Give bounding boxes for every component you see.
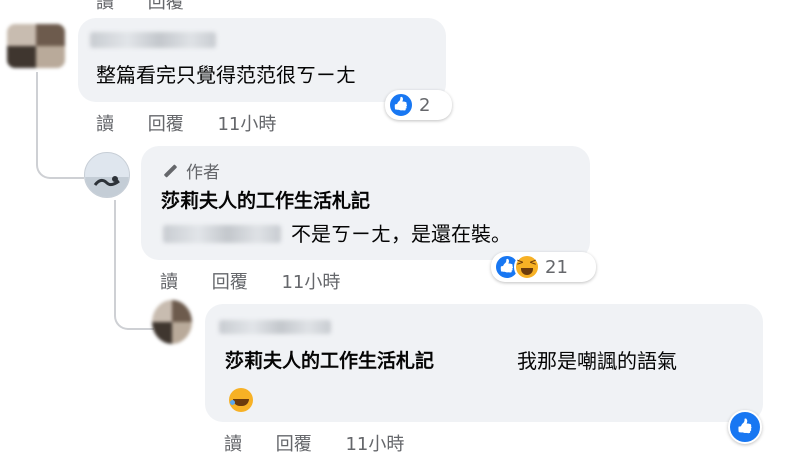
avatar[interactable] (152, 300, 192, 344)
like-link[interactable]: 讀 (160, 272, 178, 293)
like-icon (388, 92, 414, 118)
reaction-count: 21 (545, 256, 568, 278)
top-action-row: 讀 回覆 (96, 0, 212, 14)
reaction-summary[interactable]: 2 (385, 90, 452, 120)
timestamp[interactable]: 11小時 (217, 114, 276, 135)
author-name[interactable]: 莎莉夫人的工作生活札記 (161, 188, 370, 214)
author-avatar[interactable] (84, 152, 130, 198)
blurred-commenter-name[interactable] (219, 320, 331, 334)
author-badge: 作者 (163, 158, 220, 183)
like-icon[interactable] (728, 410, 762, 444)
comment-actions: 讀 回覆 11小時 (96, 110, 304, 136)
comment-bubble-2: 作者 莎莉夫人的工作生活札記 不是ㄎㄧㄤ，是還在裝。 (141, 146, 590, 260)
comment-text: 我那是嘲諷的語氣 (517, 349, 677, 373)
comment-text: 整篇看完只覺得范范很ㄎㄧㄤ (96, 63, 356, 87)
reply-link[interactable]: 回覆 (276, 434, 312, 455)
comment-text: 不是ㄎㄧㄤ，是還在裝。 (291, 222, 511, 246)
reaction-summary[interactable]: 21 (491, 252, 596, 282)
blurred-mention[interactable] (163, 225, 281, 243)
top-reply-link-2[interactable]: 回覆 (148, 0, 184, 13)
like-link[interactable]: 讀 (224, 434, 242, 455)
reply-link[interactable]: 回覆 (212, 272, 248, 293)
reaction-count: 2 (419, 94, 431, 116)
blurred-commenter-name[interactable] (90, 32, 216, 48)
author-badge-label: 作者 (186, 163, 220, 183)
laughing-emoji-icon (229, 388, 253, 412)
timestamp[interactable]: 11小時 (345, 434, 404, 455)
comment-bubble-1: 整篇看完只覺得范范很ㄎㄧㄤ (78, 18, 446, 102)
comment-bubble-3: 莎莉夫人的工作生活札記 我那是嘲諷的語氣 (205, 304, 763, 422)
comment-actions: 讀 回覆 11小時 (160, 268, 368, 294)
pencil-icon (163, 164, 178, 178)
mention-link[interactable]: 莎莉夫人的工作生活札記 (225, 348, 434, 374)
like-link[interactable]: 讀 (96, 114, 114, 135)
reply-link[interactable]: 回覆 (148, 114, 184, 135)
haha-icon (514, 254, 540, 280)
comment-actions: 讀 回覆 11小時 (224, 430, 432, 456)
timestamp[interactable]: 11小時 (281, 272, 340, 293)
avatar[interactable] (7, 24, 65, 68)
thread-line-main (36, 72, 84, 179)
top-reply-link[interactable]: 讀 (96, 0, 114, 13)
